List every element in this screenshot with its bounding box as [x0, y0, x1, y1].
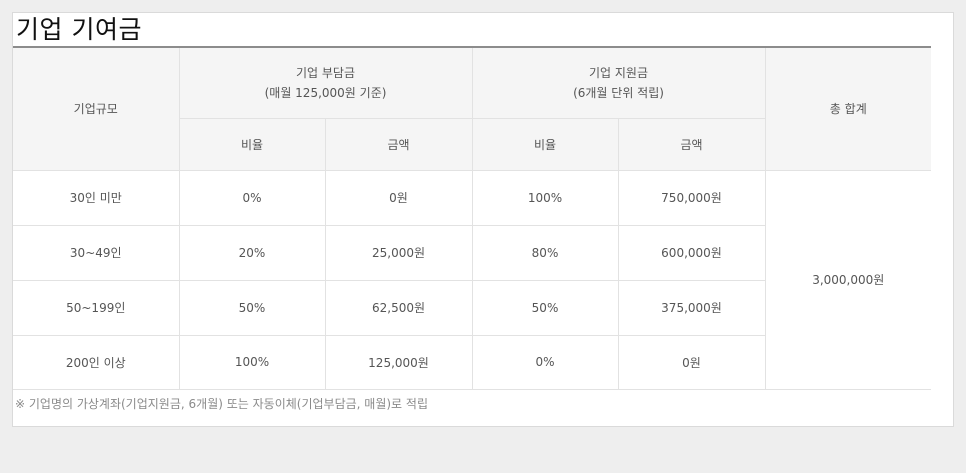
- cell-burden-amount: 62,500원: [324, 279, 473, 336]
- header-burden-amount: 금액: [324, 117, 473, 171]
- header-burden-label: 기업 부담금: [296, 66, 356, 81]
- footnote: ※ 기업명의 가상계좌(기업지원금, 6개월) 또는 자동이체(기업부담금, 매…: [15, 397, 428, 411]
- cell-size: 30~49인: [13, 224, 180, 281]
- cell-support-ratio: 50%: [471, 279, 619, 336]
- cell-burden-ratio: 50%: [178, 279, 326, 336]
- header-support-amount: 금액: [617, 117, 766, 171]
- cell-burden-ratio: 100%: [178, 334, 326, 390]
- cell-support-ratio: 0%: [471, 334, 619, 390]
- cell-support-amount: 600,000원: [617, 224, 766, 281]
- cell-burden-ratio: 0%: [178, 169, 326, 226]
- table-row: 30인 미만 0% 0원 100% 750,000원 3,000,000원: [13, 169, 932, 390]
- contribution-table: 기업규모 기업 부담금 (매월 125,000원 기준) 기업 지원금 (6개월…: [13, 48, 932, 390]
- cell-total: 3,000,000원: [764, 169, 932, 390]
- cell-support-amount: 375,000원: [617, 279, 766, 336]
- contribution-panel: 기업 기여금 기업규모 기업 부담금 (매월 125,000원 기준) 기업 지…: [12, 12, 954, 427]
- header-burden: 기업 부담금 (매월 125,000원 기준): [178, 48, 473, 119]
- header-burden-sub: (매월 125,000원 기준): [264, 86, 387, 101]
- cell-support-ratio: 80%: [471, 224, 619, 281]
- cell-size: 50~199인: [13, 279, 180, 336]
- cell-support-amount: 750,000원: [617, 169, 766, 226]
- header-support: 기업 지원금 (6개월 단위 적립): [471, 48, 766, 119]
- cell-burden-ratio: 20%: [178, 224, 326, 281]
- cell-burden-amount: 0원: [324, 169, 473, 226]
- cell-burden-amount: 125,000원: [324, 334, 473, 390]
- header-total: 총 합계: [764, 48, 932, 171]
- cell-size: 200인 이상: [13, 334, 180, 390]
- header-row-top: 기업규모 기업 부담금 (매월 125,000원 기준) 기업 지원금 (6개월…: [13, 48, 932, 171]
- cell-support-ratio: 100%: [471, 169, 619, 226]
- cell-size: 30인 미만: [13, 169, 180, 226]
- header-size: 기업규모: [13, 48, 180, 171]
- header-support-ratio: 비율: [471, 117, 619, 171]
- cell-support-amount: 0원: [617, 334, 766, 390]
- page-title: 기업 기여금: [16, 15, 142, 44]
- cell-burden-amount: 25,000원: [324, 224, 473, 281]
- header-support-label: 기업 지원금: [589, 66, 649, 81]
- header-burden-ratio: 비율: [179, 117, 326, 171]
- header-support-sub: (6개월 단위 적립): [573, 86, 664, 101]
